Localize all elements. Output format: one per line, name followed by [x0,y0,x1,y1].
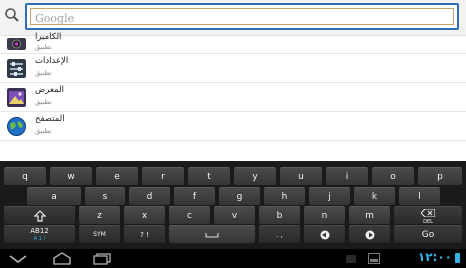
result-subtitle: تطبيق [35,127,52,135]
system-navigation-bar: ١٢:٠٠ [0,249,466,268]
key-m[interactable]: m [349,206,390,224]
search-bar [0,0,466,36]
key-g[interactable]: g [219,187,260,205]
shift-key[interactable] [4,206,75,224]
cursor-right-key[interactable] [349,225,390,243]
key-d[interactable]: d [129,187,170,205]
comma-key[interactable]: . , [259,225,300,243]
result-name: الكاميرا [35,32,62,42]
result-name: المتصفح [35,114,65,124]
search-field-frame [30,8,454,28]
result-subtitle: تطبيق [35,43,52,51]
key-n[interactable]: n [304,206,345,224]
key-f[interactable]: f [174,187,215,205]
status-clock[interactable]: ١٢:٠٠ [418,250,452,264]
key-e[interactable]: e [96,167,138,185]
key-x[interactable]: x [124,206,165,224]
key-s[interactable]: s [85,187,125,205]
key-j[interactable]: j [309,187,350,205]
shift-icon [33,209,46,222]
camera-icon [7,38,26,50]
key-w[interactable]: w [50,167,92,185]
delete-key[interactable]: DEL [394,206,462,225]
result-name: الإعدادات [35,56,69,66]
battery-icon[interactable] [455,253,460,263]
cursor-left-key[interactable] [304,225,345,243]
key-k[interactable]: k [354,187,395,205]
keyboard-status-icon [346,255,356,263]
key-l[interactable]: l [399,187,440,205]
key-a[interactable]: a [27,187,81,205]
home-icon[interactable] [52,252,72,265]
gallery-icon [7,88,26,107]
settings-icon [7,59,26,78]
result-item-settings[interactable]: الإعدادات تطبيق [0,54,466,83]
abc-key-sublabel: A 1 ! [33,236,46,242]
space-key[interactable] [169,225,255,243]
key-r[interactable]: r [142,167,184,185]
cursor-right-icon [365,230,374,239]
result-subtitle: تطبيق [35,98,52,106]
key-o[interactable]: o [372,167,414,185]
go-key[interactable]: Go [394,225,462,243]
backspace-icon [420,208,436,218]
cursor-left-icon [320,230,329,239]
browser-icon [7,117,26,136]
key-t[interactable]: t [188,167,230,185]
search-box[interactable] [25,3,459,30]
abc-key-label: AB12 [30,227,49,235]
key-p[interactable]: p [418,167,462,185]
search-input[interactable] [35,9,425,28]
search-icon[interactable] [4,7,20,23]
sym-key[interactable]: SYM [79,225,120,243]
result-item-browser[interactable]: المتصفح تطبيق [0,112,466,141]
key-y[interactable]: y [234,167,276,185]
key-z[interactable]: z [79,206,120,224]
recent-apps-icon[interactable] [92,253,112,265]
key-u[interactable]: u [280,167,322,185]
image-status-icon [368,253,380,264]
punctuation-key[interactable]: ? ! [124,225,165,243]
key-c[interactable]: c [169,206,210,224]
space-icon [205,232,219,237]
results-list: الكاميرا تطبيق الإعدادات تطبيق المعرض تط… [0,32,466,141]
key-q[interactable]: q [4,167,46,185]
back-icon[interactable] [8,254,28,264]
result-name: المعرض [35,85,64,95]
result-item-gallery[interactable]: المعرض تطبيق [0,83,466,112]
soft-keyboard: q w e r t y u i o p a s d f g h j k l z … [0,161,466,249]
key-v[interactable]: v [214,206,255,224]
result-item-camera[interactable]: الكاميرا تطبيق [0,32,466,54]
key-i[interactable]: i [326,167,368,185]
key-h[interactable]: h [264,187,305,205]
abc-key[interactable]: AB12 A 1 ! [4,225,75,243]
key-b[interactable]: b [259,206,300,224]
result-subtitle: تطبيق [35,69,52,77]
